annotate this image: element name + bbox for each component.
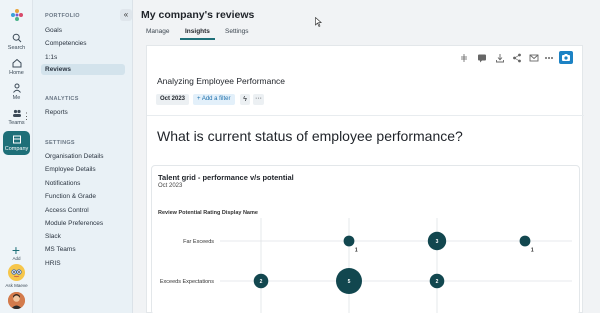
page-title: My company's reviews	[141, 9, 255, 21]
tab-manage[interactable]: Manage	[146, 28, 170, 35]
rail-item-search[interactable]: Search	[0, 33, 33, 51]
data-label: 2	[436, 279, 439, 285]
rail-item-label: Search	[7, 45, 26, 51]
data-label: 3	[436, 239, 439, 245]
add-icon[interactable]: +	[8, 243, 24, 257]
chevron-double-left-icon: «	[123, 10, 129, 19]
filter-more-button[interactable]: ···	[253, 94, 264, 105]
sidebar-item-employee-details[interactable]: Employee Details	[45, 166, 96, 173]
search-icon	[12, 33, 21, 43]
app-logo-icon[interactable]	[10, 8, 24, 22]
data-label: 5	[348, 279, 351, 285]
rail-add-label: Add	[12, 256, 21, 261]
sidebar-item-reviews[interactable]: Reviews	[41, 64, 125, 75]
chart-card: Talent grid - performance v/s potential …	[151, 165, 580, 313]
y-tick-label: Far Exceeds	[183, 239, 214, 245]
sidebar-heading-analytics: ANALYTICS	[45, 96, 79, 102]
data-label: 1	[531, 247, 534, 253]
rail-item-home[interactable]: Home	[0, 58, 33, 76]
add-filter-button[interactable]: + Add a filter	[193, 94, 235, 105]
user-avatar[interactable]	[8, 292, 25, 309]
data-point-bubble[interactable]	[343, 235, 355, 247]
company-icon	[12, 135, 21, 144]
sidebar-item-notifications[interactable]: Notifications	[45, 180, 80, 187]
lightning-icon: ϟ	[243, 96, 247, 103]
rail-item-label: Me	[12, 95, 21, 101]
sidebar-item-competencies[interactable]: Competencies	[45, 40, 87, 47]
sidebar-item-hris[interactable]: HRIS	[45, 260, 61, 267]
person-icon	[12, 83, 21, 93]
tab-settings[interactable]: Settings	[225, 28, 249, 35]
more-horizontal-icon: ···	[255, 95, 262, 102]
teams-icon	[12, 109, 21, 117]
home-icon	[12, 58, 21, 68]
y-tick-label: Exceeds Expectations	[160, 279, 214, 285]
assistant-bot-avatar[interactable]	[8, 264, 25, 281]
rail-item-me[interactable]: Me	[0, 83, 33, 101]
rail-item-label: Home	[9, 70, 24, 76]
sidebar-item-access-control[interactable]: Access Control	[45, 207, 89, 214]
more-horizontal-icon[interactable]	[544, 53, 554, 63]
email-icon[interactable]	[529, 53, 539, 63]
camera-icon	[562, 54, 570, 61]
quick-action-button[interactable]: ϟ	[240, 94, 250, 105]
data-label: 1	[355, 247, 358, 253]
download-icon[interactable]	[495, 53, 505, 63]
active-tab-indicator	[180, 38, 215, 40]
sidebar-item-slack[interactable]: Slack	[45, 233, 61, 240]
rail-item-company[interactable]: Company	[3, 131, 30, 155]
talent-grid-chart: Far Exceeds Exceeds Expectations 1 3 1 2 5 2	[160, 218, 572, 313]
sidebar-item-module-preferences[interactable]: Module Preferences	[45, 220, 103, 227]
sidebar-heading-settings: SETTINGS	[45, 140, 75, 146]
section-question: What is current status of employee perfo…	[157, 128, 463, 144]
sidebar-item-organisation-details[interactable]: Organisation Details	[45, 153, 104, 160]
share-icon[interactable]	[512, 53, 522, 63]
sidebar-item-function-grade[interactable]: Function & Grade	[45, 193, 96, 200]
bot-label: Ask Maeve	[5, 283, 28, 288]
sidebar-item-reports[interactable]: Reports	[45, 109, 68, 116]
rail-item-label: Company	[4, 146, 29, 152]
more-vertical-icon[interactable]: ⋮	[22, 111, 31, 122]
data-label: 2	[260, 279, 263, 285]
divider	[147, 115, 584, 116]
sidebar-item-ms-teams[interactable]: MS Teams	[45, 246, 76, 253]
sidebar-item-goals[interactable]: Goals	[45, 27, 62, 34]
user-avatar-image	[8, 292, 25, 309]
tab-insights[interactable]: Insights	[185, 28, 210, 35]
snapshot-button[interactable]	[559, 51, 573, 64]
left-rail: Search Home Me Teams Company + Add Ask M…	[0, 0, 33, 313]
sidebar-heading-portfolio: PORTFOLIO	[45, 13, 80, 19]
move-icon[interactable]	[459, 53, 469, 63]
mouse-cursor-icon	[315, 17, 322, 27]
comment-icon[interactable]	[477, 53, 487, 63]
date-filter-chip[interactable]: Oct 2023	[156, 94, 190, 105]
bot-face-icon	[8, 264, 25, 281]
collapse-sidebar-button[interactable]: «	[120, 9, 132, 21]
report-title: Analyzing Employee Performance	[157, 76, 286, 86]
report-card: Analyzing Employee Performance Oct 2023 …	[146, 45, 584, 313]
data-point-bubble[interactable]	[519, 235, 531, 247]
sidebar-item-one-on-ones[interactable]: 1:1s	[45, 54, 57, 61]
